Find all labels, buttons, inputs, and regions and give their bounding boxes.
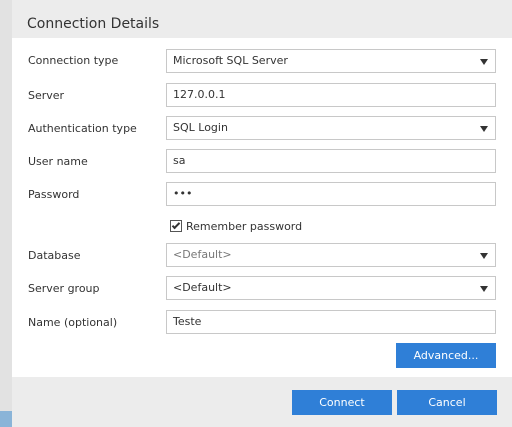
auth-type-value: SQL Login	[173, 121, 228, 134]
connect-button[interactable]: Connect	[292, 390, 392, 415]
password-label: Password	[28, 188, 80, 201]
remember-password-checkbox[interactable]	[170, 220, 182, 232]
check-icon	[171, 220, 181, 230]
connection-form: Connection type Microsoft SQL Server Ser…	[12, 38, 512, 377]
caret-down-icon	[480, 286, 488, 292]
left-pane-edge	[0, 0, 12, 427]
connection-type-label: Connection type	[28, 54, 119, 67]
connection-type-select[interactable]: Microsoft SQL Server	[166, 49, 496, 73]
server-group-label: Server group	[28, 282, 100, 295]
left-pane-accent	[0, 411, 12, 427]
auth-type-select[interactable]: SQL Login	[166, 116, 496, 140]
password-value: •••	[173, 187, 193, 200]
database-label: Database	[28, 249, 81, 262]
server-group-select[interactable]: <Default>	[166, 276, 496, 300]
caret-down-icon	[480, 59, 488, 65]
caret-down-icon	[480, 253, 488, 259]
cancel-button[interactable]: Cancel	[397, 390, 497, 415]
password-input[interactable]: •••	[166, 182, 496, 206]
dialog-title: Connection Details	[27, 16, 160, 32]
database-select[interactable]: <Default>	[166, 243, 496, 267]
server-input[interactable]: 127.0.0.1	[166, 83, 496, 107]
auth-type-label: Authentication type	[28, 122, 137, 135]
name-value: Teste	[173, 315, 202, 328]
dialog-header: Connection Details	[12, 0, 512, 38]
name-label: Name (optional)	[28, 316, 118, 329]
server-label: Server	[28, 89, 65, 102]
caret-down-icon	[480, 126, 488, 132]
database-placeholder: <Default>	[173, 248, 232, 261]
server-group-value: <Default>	[173, 281, 232, 294]
dialog-footer: Connect Cancel	[12, 377, 512, 427]
connection-dialog: Connection Details Connection type Micro…	[12, 0, 512, 427]
user-name-input[interactable]: sa	[166, 149, 496, 173]
name-input[interactable]: Teste	[166, 310, 496, 334]
remember-password-label: Remember password	[186, 219, 303, 233]
connection-type-value: Microsoft SQL Server	[173, 54, 288, 67]
remember-password-row: Remember password	[170, 219, 302, 233]
user-name-label: User name	[28, 155, 88, 168]
advanced-button[interactable]: Advanced...	[396, 343, 496, 368]
server-value: 127.0.0.1	[173, 88, 226, 101]
user-name-value: sa	[173, 154, 186, 167]
